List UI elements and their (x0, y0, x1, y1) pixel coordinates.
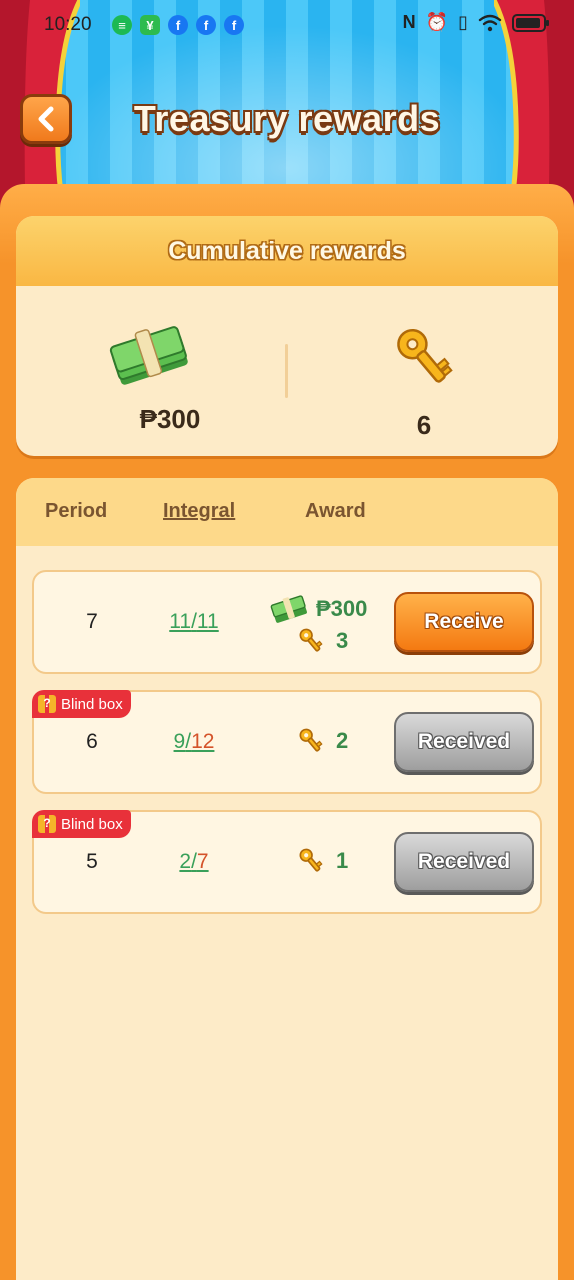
award-keys: 1 (296, 846, 348, 876)
cumulative-rewards-card: Cumulative rewards ₱300 6 (16, 216, 558, 456)
status-bar: 10:20 ≡ ¥ f f f N ⏰ ▯ (0, 0, 574, 50)
cumulative-title: Cumulative rewards (168, 236, 406, 265)
facebook-icon: f (196, 15, 216, 35)
row-period: 5 (86, 850, 98, 873)
integral-done: 9 (173, 730, 186, 753)
award-keys-value: 2 (336, 728, 349, 753)
alarm-icon: ⏰ (425, 12, 449, 32)
row-integral[interactable]: 9/12 (144, 730, 244, 754)
row-period: 6 (86, 730, 98, 753)
row-integral[interactable]: 2/7 (144, 850, 244, 874)
header-period: Period (45, 500, 108, 522)
integral-total: 11 (196, 610, 219, 633)
nfc-icon: N (402, 12, 416, 32)
wechat-icon: ¥ (140, 15, 160, 35)
gift-box-icon (38, 815, 56, 833)
cumulative-keys-value: 6 (416, 410, 432, 440)
received-button[interactable]: Received (394, 712, 534, 772)
cumulative-divider (285, 344, 288, 398)
integral-total: 12 (191, 730, 215, 753)
cumulative-header: Cumulative rewards (16, 216, 558, 286)
rewards-table-card: Period Integral Award 7 11/11 ₱300 3 Rec… (16, 478, 558, 1280)
golden-key-icon (397, 328, 453, 383)
main-panel: Cumulative rewards ₱300 6 Period Integra… (0, 184, 574, 1280)
golden-key-icon (299, 628, 323, 652)
award-money-value: ₱300 (316, 596, 368, 621)
notification-icons: ≡ ¥ f f f (112, 15, 244, 35)
vibrate-icon: ▯ (458, 12, 468, 32)
row-integral[interactable]: 11/11 (144, 610, 244, 634)
gift-box-icon (38, 695, 56, 713)
cumulative-body: ₱300 6 (16, 286, 558, 456)
cash-stack-icon (270, 595, 307, 623)
golden-key-icon (299, 848, 323, 872)
header-award: Award (305, 500, 366, 522)
battery-icon (512, 13, 549, 32)
table-row: Blind box 5 2/7 1 (32, 810, 542, 914)
blind-box-badge: Blind box (32, 690, 131, 718)
row-period: 7 (86, 610, 98, 633)
integral-total: 7 (196, 850, 209, 873)
blind-box-badge: Blind box (32, 810, 131, 838)
award-keys-value: 1 (336, 848, 349, 873)
award-money: ₱300 (270, 592, 367, 626)
page-title: Treasury rewards (133, 98, 441, 139)
cumulative-money-value: ₱300 (139, 404, 201, 434)
award-keys: 3 (296, 626, 348, 656)
main-inner: Cumulative rewards ₱300 6 Period Integra… (16, 216, 558, 1280)
blind-box-label: Blind box (61, 815, 123, 833)
table-row: Blind box 6 9/12 2 (32, 690, 542, 794)
facebook-icon: f (224, 15, 244, 35)
receive-button[interactable]: Receive (394, 592, 534, 652)
cash-stack-icon (109, 326, 188, 385)
facebook-icon: f (168, 15, 188, 35)
table-row: 7 11/11 ₱300 3 Receive (32, 570, 542, 674)
header-integral[interactable]: Integral (163, 500, 235, 523)
status-time: 10:20 (44, 14, 92, 35)
system-icons: N ⏰ ▯ (402, 12, 549, 33)
integral-done: 11 (169, 610, 192, 633)
table-header: Period Integral Award (16, 478, 558, 546)
spotify-icon: ≡ (112, 15, 132, 35)
blind-box-label: Blind box (61, 695, 123, 713)
award-keys-value: 3 (336, 628, 349, 653)
integral-done: 2 (179, 850, 192, 873)
award-keys: 2 (296, 726, 348, 756)
received-button[interactable]: Received (394, 832, 534, 892)
golden-key-icon (299, 728, 323, 752)
wifi-icon (478, 14, 502, 31)
